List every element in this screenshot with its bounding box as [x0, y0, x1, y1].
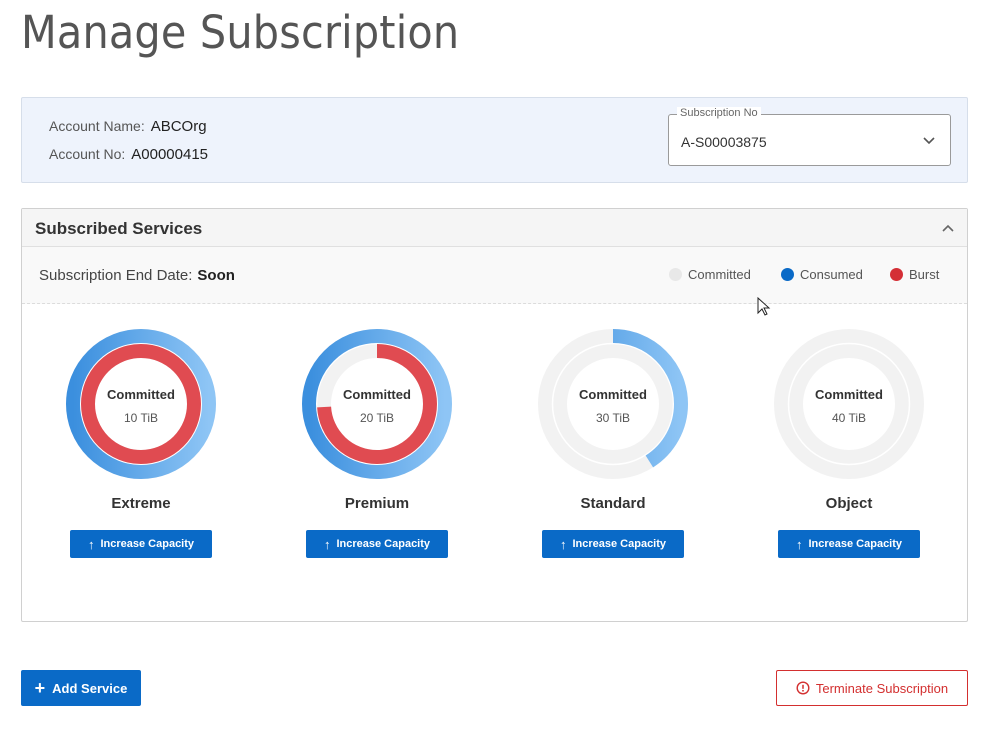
legend-label: Burst	[909, 267, 940, 282]
service-standard: Committed 30 TiB Standard ↑ Increase Capacit…	[528, 329, 698, 558]
donut-center-label: Committed	[815, 387, 883, 402]
service-name: Premium	[344, 495, 410, 512]
service-name: Standard	[580, 495, 646, 512]
donut-amount: 30 TiB	[595, 411, 631, 425]
consumed-dot-icon	[781, 268, 794, 281]
service-name: Extreme	[111, 495, 171, 512]
donut-container: Committed 20 TiB	[292, 329, 462, 479]
capacity-donut	[302, 329, 452, 479]
service-name: Object	[825, 495, 873, 512]
increase-capacity-button[interactable]: ↑ Increase Capacity	[778, 530, 920, 558]
increase-capacity-label: Increase Capacity	[100, 538, 195, 550]
service-object: Committed 40 TiB Object ↑ Increase Capacity	[764, 329, 934, 558]
donut-amount: 10 TiB	[123, 411, 159, 425]
legend-label: Committed	[688, 267, 751, 282]
page-title: Manage Subscription	[21, 6, 460, 59]
donut-center-label: Committed	[107, 387, 175, 402]
service-extreme: Committed 10 TiB Extreme ↑ Increase Capacity	[56, 329, 226, 558]
services-header: Subscribed Services	[22, 209, 967, 247]
subscription-end-date: Subscription End Date: Soon	[39, 267, 235, 284]
ring-separator	[787, 342, 911, 466]
capacity-donut	[66, 329, 216, 479]
arrow-up-icon: ↑	[795, 536, 803, 552]
add-service-label: Add Service	[52, 680, 128, 696]
subscription-no-value: A-S00003875	[681, 134, 767, 150]
inner-track	[789, 344, 909, 464]
alert-circle-icon	[796, 681, 810, 695]
arrow-up-icon: ↑	[559, 536, 567, 552]
services-title: Subscribed Services	[35, 219, 203, 238]
add-service-button[interactable]: + Add Service	[21, 670, 141, 706]
subscription-no-select[interactable]: Subscription No A-S00003875	[668, 107, 951, 166]
service-premium: Committed 20 TiB Premium ↑ Increase Capacity	[292, 329, 462, 558]
increase-capacity-label: Increase Capacity	[336, 538, 431, 550]
donut-container: Committed 10 TiB	[56, 329, 226, 479]
donut-container: Committed 40 TiB	[764, 329, 934, 479]
legend-label: Consumed	[800, 267, 863, 282]
donut-container: Committed 30 TiB	[528, 329, 698, 479]
end-date-value: Soon	[197, 267, 235, 284]
account-name-label: Account Name:	[49, 118, 145, 134]
increase-capacity-button[interactable]: ↑ Increase Capacity	[306, 530, 448, 558]
account-info-panel: Account Name: ABCOrg Account No: A000004…	[21, 97, 968, 183]
arrow-up-icon: ↑	[323, 536, 331, 552]
burst-dot-icon	[890, 268, 903, 281]
services-subheader: Subscription End Date: Soon Committed Con…	[22, 247, 967, 304]
donut-amount: 40 TiB	[831, 411, 867, 425]
chevron-up-icon[interactable]	[941, 221, 955, 235]
capacity-donut	[774, 329, 924, 479]
arrow-up-icon: ↑	[87, 536, 95, 552]
subscription-no-legend: Subscription No	[677, 107, 761, 119]
subscribed-services-panel: Subscribed Services Subscription End Dat…	[21, 208, 968, 622]
donut-center-label: Committed	[343, 387, 411, 402]
account-no-row: Account No: A00000415	[49, 146, 208, 163]
ring-separator	[551, 342, 675, 466]
capacity-donut	[538, 329, 688, 479]
committed-dot-icon	[669, 268, 682, 281]
account-name-row: Account Name: ABCOrg	[49, 118, 207, 135]
increase-capacity-label: Increase Capacity	[572, 538, 667, 550]
inner-track	[553, 344, 673, 464]
donut-amount: 20 TiB	[359, 411, 395, 425]
plus-icon: +	[34, 678, 46, 698]
legend-burst: Burst	[890, 267, 939, 282]
donut-center-label: Committed	[579, 387, 647, 402]
terminate-subscription-button[interactable]: Terminate Subscription	[776, 670, 968, 706]
burst-arc	[81, 344, 201, 464]
terminate-label: Terminate Subscription	[815, 680, 949, 696]
legend-consumed: Consumed	[781, 267, 863, 282]
legend-committed: Committed	[669, 267, 751, 282]
increase-capacity-button[interactable]: ↑ Increase Capacity	[542, 530, 684, 558]
account-no-label: Account No:	[49, 146, 126, 162]
account-no-value: A00000415	[131, 146, 209, 163]
chevron-down-icon[interactable]	[922, 133, 936, 147]
end-date-label: Subscription End Date:	[39, 267, 193, 284]
increase-capacity-label: Increase Capacity	[808, 538, 903, 550]
account-name-value: ABCOrg	[150, 118, 207, 135]
increase-capacity-button[interactable]: ↑ Increase Capacity	[70, 530, 212, 558]
mouse-cursor-icon	[757, 297, 771, 316]
